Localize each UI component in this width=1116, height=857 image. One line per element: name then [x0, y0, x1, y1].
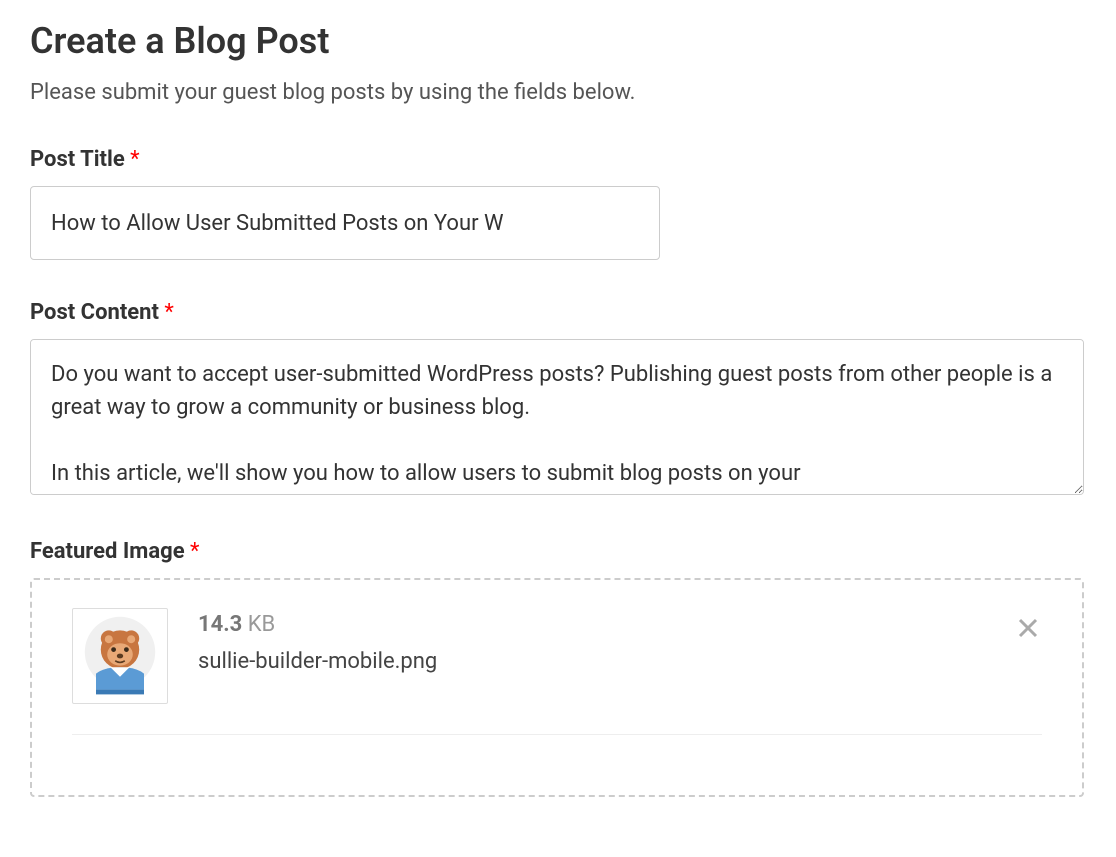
uploaded-file-item: 14.3 KB sullie-builder-mobile.png [72, 608, 1042, 735]
post-content-label-text: Post Content [30, 300, 159, 325]
post-title-input[interactable] [30, 186, 660, 260]
post-content-textarea[interactable] [30, 339, 1084, 495]
featured-image-field: Featured Image * [30, 539, 1086, 797]
file-thumbnail [72, 608, 168, 704]
post-title-field: Post Title * [30, 147, 1086, 260]
file-meta: 14.3 KB sullie-builder-mobile.png [198, 608, 1042, 674]
upload-dropzone[interactable]: 14.3 KB sullie-builder-mobile.png [30, 578, 1084, 797]
form-title: Create a Blog Post [30, 20, 1086, 62]
post-title-label: Post Title * [30, 147, 1086, 172]
file-name: sullie-builder-mobile.png [198, 649, 1042, 674]
file-size: 14.3 KB [198, 612, 1042, 637]
form-description: Please submit your guest blog posts by u… [30, 80, 1086, 105]
avatar-icon [80, 616, 160, 696]
remove-file-button[interactable] [1014, 614, 1042, 642]
post-title-label-text: Post Title [30, 147, 125, 172]
required-mark: * [164, 300, 173, 325]
form-container: Create a Blog Post Please submit your gu… [0, 0, 1116, 857]
post-content-label: Post Content * [30, 300, 1086, 325]
required-mark: * [130, 147, 139, 172]
required-mark: * [190, 539, 199, 564]
file-size-value: 14.3 [198, 612, 242, 637]
file-size-unit: KB [248, 612, 276, 637]
close-icon [1016, 616, 1040, 640]
post-content-field: Post Content * [30, 300, 1086, 499]
featured-image-label: Featured Image * [30, 539, 1086, 564]
featured-image-label-text: Featured Image [30, 539, 185, 564]
